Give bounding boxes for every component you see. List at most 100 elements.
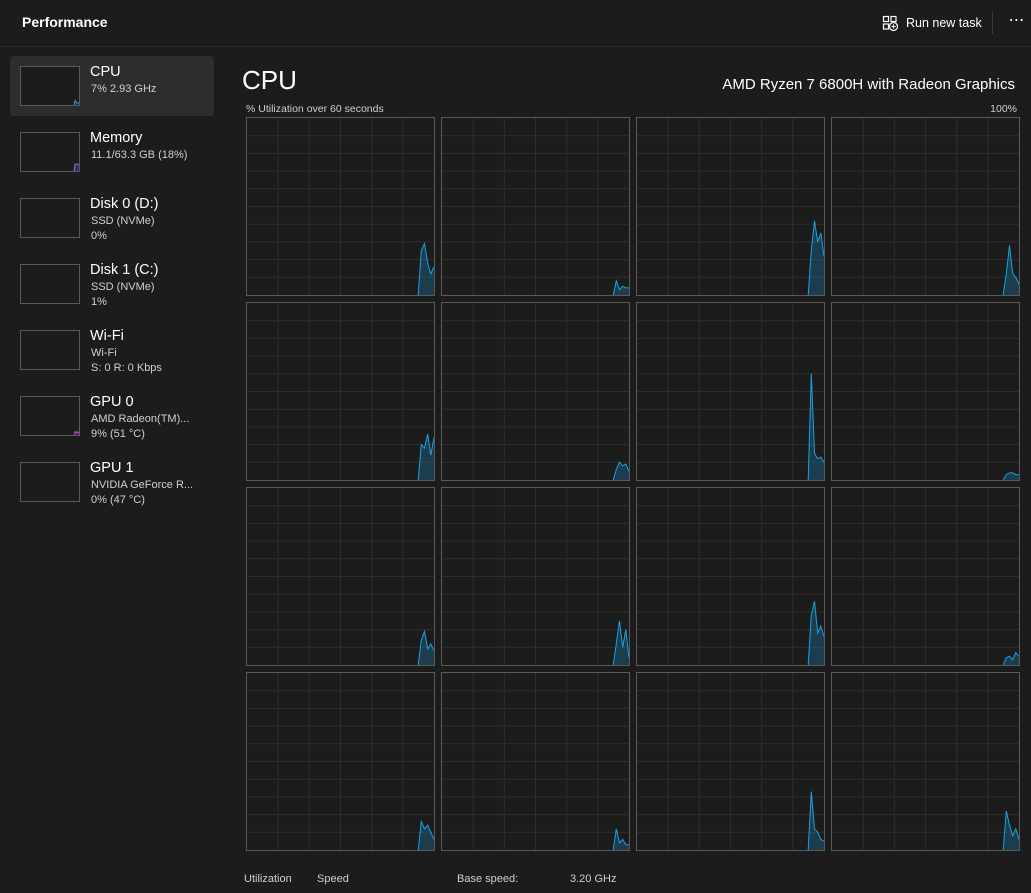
sidebar: CPU 7% 2.93 GHz Memory 11.1/63.3 GB (18%) Di… <box>0 47 222 881</box>
sidebar-item-detail: 7% 2.93 GHz <box>91 83 157 95</box>
sidebar-item-detail: Wi-Fi <box>91 347 117 359</box>
sidebar-item-name: CPU <box>90 64 121 80</box>
core-utilization-chart <box>247 488 434 665</box>
sidebar-thumbnail-graph <box>20 396 80 436</box>
thumbnail-graph <box>21 265 79 303</box>
core-utilization-chart <box>637 673 824 850</box>
run-new-task-label: Run new task <box>906 16 982 30</box>
graph-gridlines <box>247 303 434 480</box>
sidebar-item-name: Disk 0 (D:) <box>90 196 159 212</box>
thumbnail-graph <box>21 463 79 501</box>
cpu-core-graph <box>441 302 630 481</box>
graph-gridlines <box>247 488 434 665</box>
graph-gridlines <box>832 118 1019 295</box>
thumbnail-graph <box>73 98 79 105</box>
cpu-core-graph <box>831 302 1020 481</box>
core-utilization-chart <box>442 303 629 480</box>
cpu-core-graph <box>831 117 1020 296</box>
graph-gridlines <box>832 673 1019 850</box>
sidebar-item-detail: SSD (NVMe) <box>91 215 155 227</box>
sidebar-item-name: GPU 1 <box>90 460 134 476</box>
sidebar-thumbnail-graph <box>20 330 80 370</box>
core-utilization-chart <box>442 118 629 295</box>
graph-gridlines <box>247 118 434 295</box>
graph-gridlines <box>247 673 434 850</box>
cpu-core-graph <box>246 302 435 481</box>
core-utilization-chart <box>637 303 824 480</box>
graph-gridlines <box>442 488 629 665</box>
sidebar-item-detail: NVIDIA GeForce R... <box>91 479 194 491</box>
utilization-area <box>1003 245 1019 295</box>
core-utilization-chart <box>637 488 824 665</box>
base-speed-label: Base speed: <box>457 873 519 885</box>
more-options-icon[interactable]: ⋯ <box>1006 12 1028 34</box>
sidebar-item-value: 0% <box>91 230 107 242</box>
header-divider <box>992 12 993 34</box>
sidebar-item-name: GPU 0 <box>90 394 134 410</box>
sidebar-item-value: 9% (51 °C) <box>91 428 145 440</box>
cpu-panel: CPU AMD Ryzen 7 6800H with Radeon Graphi… <box>222 47 1031 885</box>
sidebar-thumbnail-graph <box>20 198 80 238</box>
cpu-core-graph <box>246 672 435 851</box>
cpu-core-graph <box>246 117 435 296</box>
sidebar-item-wi-fi[interactable]: Wi-Fi Wi-Fi S: 0 R: 0 Kbps <box>10 320 214 380</box>
sidebar-item-name: Disk 1 (C:) <box>90 262 159 278</box>
sidebar-item-detail: SSD (NVMe) <box>91 281 155 293</box>
thumbnail-graph <box>73 430 79 435</box>
sidebar-item-value: S: 0 R: 0 Kbps <box>91 362 162 374</box>
graph-gridlines <box>637 303 824 480</box>
cpu-core-graph <box>831 487 1020 666</box>
cpu-model-name: AMD Ryzen 7 6800H with Radeon Graphics <box>722 76 1015 93</box>
thumbnail-graph <box>21 331 79 369</box>
utilization-area <box>613 620 629 665</box>
core-utilization-chart <box>247 303 434 480</box>
core-utilization-chart <box>832 303 1019 480</box>
thumbnail-graph <box>21 199 79 237</box>
sidebar-item-memory[interactable]: Memory 11.1/63.3 GB (18%) <box>10 122 214 182</box>
sidebar-item-detail: AMD Radeon(TM)... <box>91 413 190 425</box>
core-utilization-chart <box>832 488 1019 665</box>
graph-gridlines <box>637 488 824 665</box>
cpu-core-graph <box>636 117 825 296</box>
page-title: Performance <box>22 14 108 30</box>
run-task-icon <box>882 15 898 31</box>
sidebar-item-detail: 11.1/63.3 GB (18%) <box>91 149 188 161</box>
utilization-caption: % Utilization over 60 seconds <box>246 103 384 115</box>
cpu-core-graph <box>441 672 630 851</box>
speed-label: Speed <box>317 873 349 885</box>
sidebar-item-disk-0-d[interactable]: Disk 0 (D:) SSD (NVMe) 0% <box>10 188 214 248</box>
cpu-core-graph <box>831 672 1020 851</box>
sidebar-item-cpu[interactable]: CPU 7% 2.93 GHz <box>10 56 214 116</box>
sidebar-item-gpu-1[interactable]: GPU 1 NVIDIA GeForce R... 0% (47 °C) <box>10 452 214 512</box>
cpu-core-graph <box>636 672 825 851</box>
sidebar-item-name: Memory <box>90 130 143 146</box>
graph-gridlines <box>442 303 629 480</box>
sidebar-thumbnail-graph <box>20 264 80 304</box>
core-graphs-grid <box>246 117 1020 851</box>
sidebar-thumbnail-graph <box>20 462 80 502</box>
graph-gridlines <box>832 488 1019 665</box>
sidebar-item-gpu-0[interactable]: GPU 0 AMD Radeon(TM)... 9% (51 °C) <box>10 386 214 446</box>
cpu-core-graph <box>636 302 825 481</box>
cpu-core-graph <box>246 487 435 666</box>
utilization-label: Utilization <box>244 873 292 885</box>
sidebar-item-disk-1-c[interactable]: Disk 1 (C:) SSD (NVMe) 1% <box>10 254 214 314</box>
graph-gridlines <box>832 303 1019 480</box>
core-utilization-chart <box>247 673 434 850</box>
graph-gridlines <box>442 118 629 295</box>
core-utilization-chart <box>832 673 1019 850</box>
sidebar-thumbnail-graph <box>20 132 80 172</box>
cpu-core-graph <box>441 487 630 666</box>
core-utilization-chart <box>442 488 629 665</box>
graph-gridlines <box>637 118 824 295</box>
core-utilization-chart <box>442 673 629 850</box>
header-bar: Performance Run new task ⋯ <box>0 0 1031 47</box>
cpu-stats-row: Utilization Speed Base speed: 3.20 GHz <box>244 873 1024 893</box>
sidebar-thumbnail-graph <box>20 66 80 106</box>
cpu-core-graph <box>636 487 825 666</box>
core-utilization-chart <box>247 118 434 295</box>
base-speed-value: 3.20 GHz <box>570 873 617 885</box>
run-new-task-button[interactable]: Run new task <box>882 12 982 34</box>
sidebar-item-value: 1% <box>91 296 107 308</box>
utilization-max-label: 100% <box>990 103 1017 115</box>
